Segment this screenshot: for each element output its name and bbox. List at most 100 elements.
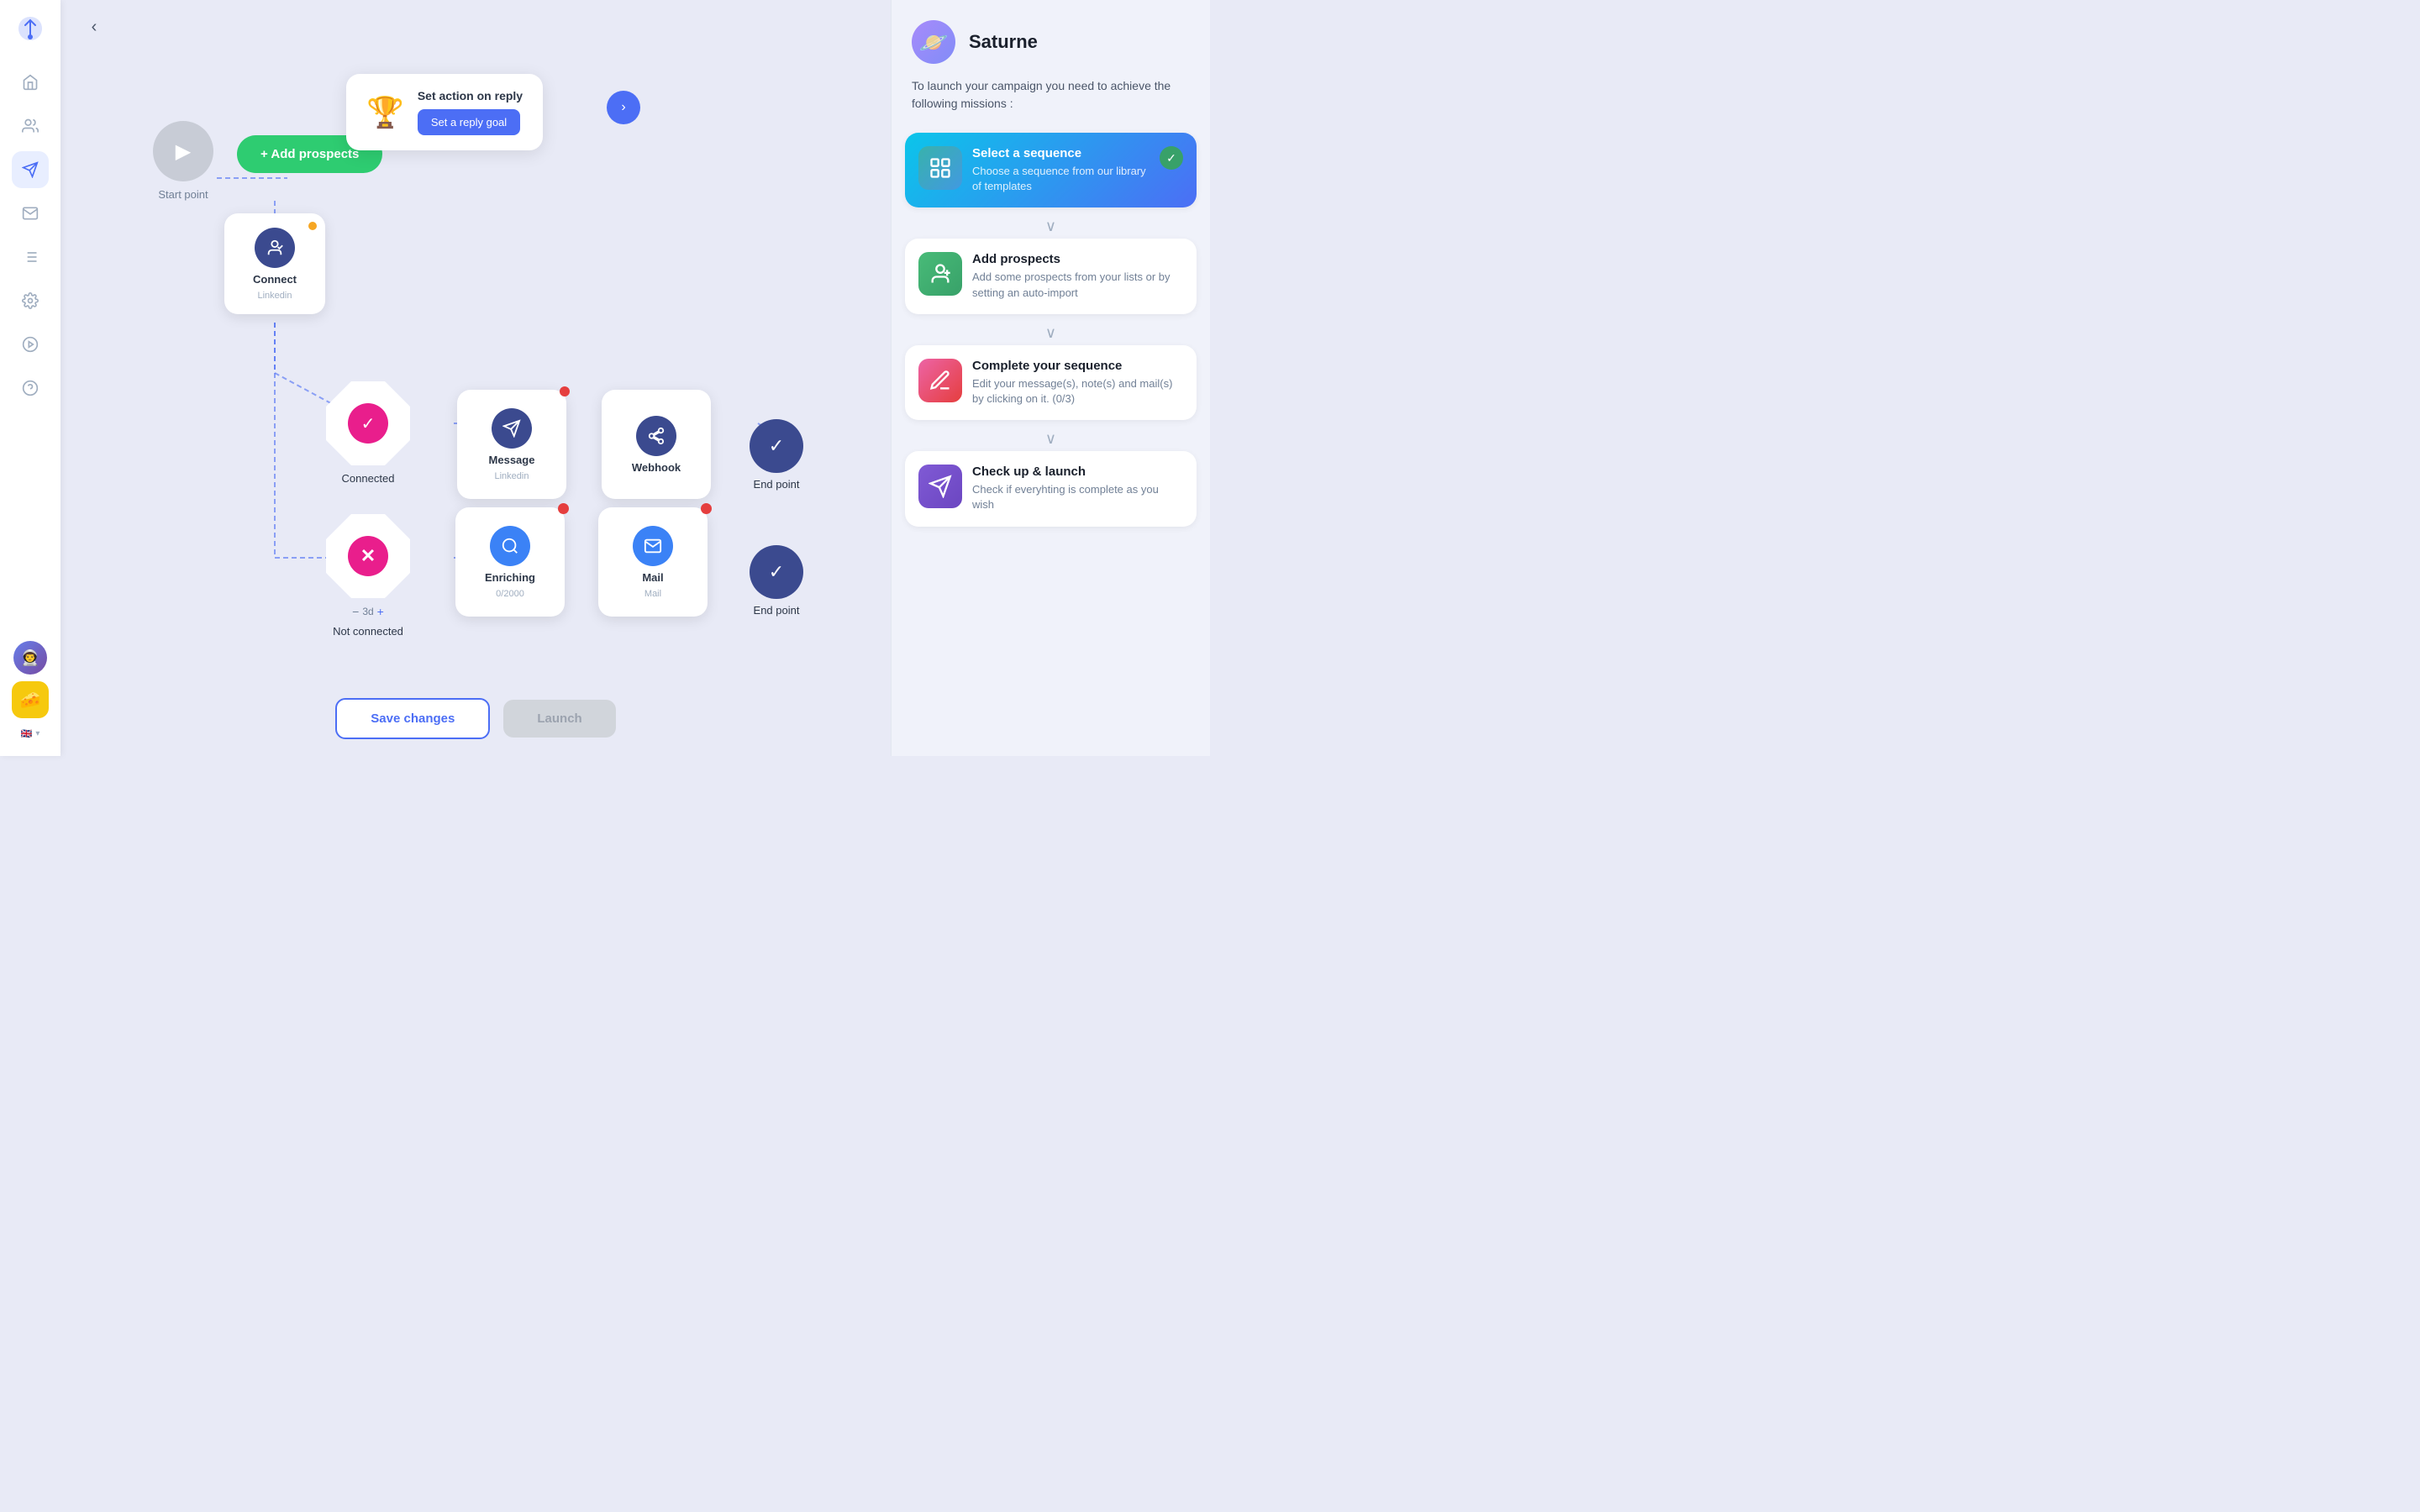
panel-avatar: 🪐 bbox=[912, 20, 955, 64]
sidebar-logo bbox=[15, 13, 45, 44]
timer-add-btn[interactable]: + bbox=[377, 605, 384, 618]
connected-label: Connected bbox=[342, 472, 395, 485]
mission-check-select-sequence: ✓ bbox=[1160, 146, 1183, 170]
sidebar-item-play[interactable] bbox=[12, 326, 49, 363]
chevron-down-2: ∨ bbox=[892, 321, 1210, 345]
enriching-title: Enriching bbox=[485, 571, 535, 584]
message-title: Message bbox=[489, 454, 535, 466]
mail-node[interactable]: Mail Mail bbox=[598, 507, 708, 617]
end-circle-2[interactable]: ✓ bbox=[750, 545, 803, 599]
sidebar-item-mail[interactable] bbox=[12, 195, 49, 232]
back-button[interactable]: ‹ bbox=[81, 13, 108, 40]
connect-subtitle: Linkedin bbox=[258, 291, 292, 301]
panel-title: Saturne bbox=[969, 31, 1038, 53]
mission-icon-add-prospects bbox=[918, 252, 962, 296]
connected-octagon: ✓ bbox=[326, 381, 410, 465]
save-changes-button[interactable]: Save changes bbox=[335, 698, 490, 739]
mail-subtitle: Mail bbox=[644, 589, 661, 599]
mission-desc-complete-sequence: Edit your message(s), note(s) and mail(s… bbox=[972, 376, 1183, 407]
mission-card-checkup-launch[interactable]: Check up & launch Check if everyhting is… bbox=[905, 451, 1197, 526]
start-label: Start point bbox=[158, 188, 208, 201]
message-node[interactable]: Message Linkedin bbox=[457, 390, 566, 499]
sidebar-item-home[interactable] bbox=[12, 64, 49, 101]
action-on-reply-text: Set action on reply Set a reply goal bbox=[418, 89, 523, 135]
mission-title-complete-sequence: Complete your sequence bbox=[972, 359, 1183, 373]
action-on-reply-title: Set action on reply bbox=[418, 89, 523, 102]
chevron-down-3: ∨ bbox=[892, 427, 1210, 451]
mission-card-complete-sequence[interactable]: Complete your sequence Edit your message… bbox=[905, 345, 1197, 420]
mail-red-dot bbox=[701, 503, 712, 514]
sidebar-item-settings[interactable] bbox=[12, 282, 49, 319]
sidebar: 👨‍🚀 🧀 🇬🇧 ▾ bbox=[0, 0, 60, 756]
user-avatar[interactable]: 👨‍🚀 bbox=[13, 641, 47, 675]
mission-desc-checkup-launch: Check if everyhting is complete as you w… bbox=[972, 482, 1183, 512]
mission-desc-select-sequence: Choose a sequence from our library of te… bbox=[972, 164, 1150, 194]
main-content: ‹ 🏆 Set action on reply Set a reply goal… bbox=[60, 0, 891, 756]
start-point: ▶ Start point bbox=[153, 121, 213, 201]
workflow-canvas: 🏆 Set action on reply Set a reply goal › bbox=[60, 54, 891, 681]
message-node-wrap: Message Linkedin bbox=[457, 390, 566, 499]
enriching-icon bbox=[490, 526, 530, 566]
chevron-down-1: ∨ bbox=[892, 214, 1210, 239]
mission-title-select-sequence: Select a sequence bbox=[972, 146, 1150, 160]
launch-button[interactable]: Launch bbox=[503, 700, 615, 738]
mission-icon-checkup-launch bbox=[918, 465, 962, 508]
enriching-subtitle: 0/2000 bbox=[496, 589, 524, 599]
timer-minus-btn[interactable]: − bbox=[352, 605, 359, 618]
sidebar-item-list[interactable] bbox=[12, 239, 49, 276]
mail-icon bbox=[633, 526, 673, 566]
not-connected-node[interactable]: ✕ − 3d + Not connected bbox=[326, 514, 410, 638]
connected-node[interactable]: ✓ Connected bbox=[326, 381, 410, 485]
panel-header: 🪐 Saturne bbox=[892, 0, 1210, 77]
mission-title-checkup-launch: Check up & launch bbox=[972, 465, 1183, 479]
message-subtitle: Linkedin bbox=[495, 471, 529, 481]
mission-icon-select-sequence bbox=[918, 146, 962, 190]
topbar: ‹ bbox=[60, 0, 891, 54]
timer-row: − 3d + bbox=[352, 605, 384, 618]
connect-title: Connect bbox=[253, 273, 297, 286]
mission-content-checkup-launch: Check up & launch Check if everyhting is… bbox=[972, 465, 1183, 512]
sidebar-item-help[interactable] bbox=[12, 370, 49, 407]
panel-description: To launch your campaign you need to achi… bbox=[892, 77, 1210, 133]
collapse-arrow-button[interactable]: › bbox=[607, 91, 640, 124]
webhook-title: Webhook bbox=[632, 461, 681, 474]
mail-node-wrap: Mail Mail bbox=[598, 507, 708, 617]
cheese-badge[interactable]: 🧀 bbox=[12, 681, 49, 718]
planet-icon: 🪐 bbox=[919, 29, 949, 56]
enriching-node[interactable]: Enriching 0/2000 bbox=[455, 507, 565, 617]
mission-content-complete-sequence: Complete your sequence Edit your message… bbox=[972, 359, 1183, 407]
mission-icon-complete-sequence bbox=[918, 359, 962, 402]
end-label-2: End point bbox=[754, 604, 800, 617]
connect-orange-dot bbox=[308, 222, 317, 230]
enriching-red-dot bbox=[558, 503, 569, 514]
right-panel: 🪐 Saturne To launch your campaign you ne… bbox=[891, 0, 1210, 756]
webhook-node[interactable]: Webhook bbox=[602, 390, 711, 499]
webhook-icon bbox=[636, 416, 676, 456]
mail-title: Mail bbox=[642, 571, 663, 584]
connect-node[interactable]: Connect Linkedin bbox=[224, 213, 325, 314]
not-connected-octagon: ✕ bbox=[326, 514, 410, 598]
connected-check-icon: ✓ bbox=[348, 403, 388, 444]
timer-value: 3d bbox=[362, 606, 373, 617]
connect-icon bbox=[255, 228, 295, 268]
sidebar-item-team[interactable] bbox=[12, 108, 49, 144]
end-point-2: ✓ End point bbox=[750, 545, 803, 617]
mission-content-select-sequence: Select a sequence Choose a sequence from… bbox=[972, 146, 1150, 194]
mission-card-select-sequence[interactable]: Select a sequence Choose a sequence from… bbox=[905, 133, 1197, 207]
language-selector[interactable]: 🇬🇧 ▾ bbox=[18, 725, 44, 743]
set-reply-goal-button[interactable]: Set a reply goal bbox=[418, 109, 520, 135]
not-connected-x-icon: ✕ bbox=[348, 536, 388, 576]
mission-title-add-prospects: Add prospects bbox=[972, 252, 1183, 266]
bottom-bar: Save changes Launch bbox=[60, 681, 891, 756]
message-icon bbox=[492, 408, 532, 449]
start-circle[interactable]: ▶ bbox=[153, 121, 213, 181]
mission-desc-add-prospects: Add some prospects from your lists or by… bbox=[972, 270, 1183, 300]
end-circle-1[interactable]: ✓ bbox=[750, 419, 803, 473]
message-red-dot bbox=[560, 386, 570, 396]
mission-content-add-prospects: Add prospects Add some prospects from yo… bbox=[972, 252, 1183, 300]
webhook-node-wrap: Webhook bbox=[602, 390, 711, 499]
sidebar-item-campaigns[interactable] bbox=[12, 151, 49, 188]
mission-card-add-prospects[interactable]: Add prospects Add some prospects from yo… bbox=[905, 239, 1197, 313]
end-point-1: ✓ End point bbox=[750, 419, 803, 491]
end-label-1: End point bbox=[754, 478, 800, 491]
